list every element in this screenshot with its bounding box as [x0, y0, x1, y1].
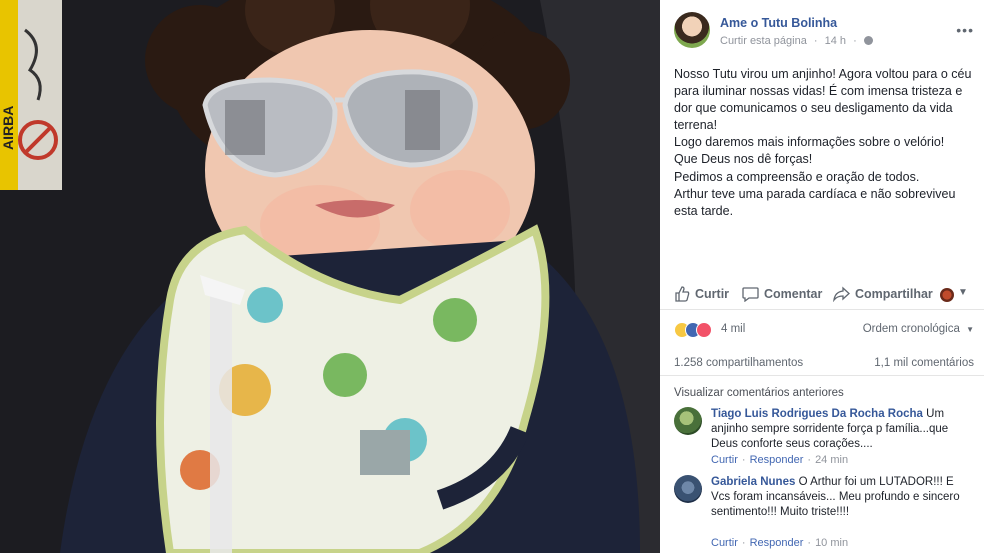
more-options-icon[interactable]: •••: [956, 22, 974, 38]
comment-reply-link[interactable]: Responder: [750, 454, 804, 466]
post-text: Nosso Tutu virou um anjinho! Agora volto…: [674, 66, 974, 220]
view-previous-comments-link[interactable]: Visualizar comentários anteriores: [674, 387, 844, 399]
comment-count-link[interactable]: 1,1 mil comentários: [874, 357, 974, 369]
share-count-link[interactable]: 1.258 compartilhamentos: [674, 357, 803, 369]
comment-body: Tiago Luis Rodrigues Da Rocha Rocha Um a…: [711, 407, 976, 452]
like-button[interactable]: Curtir: [674, 286, 729, 302]
comment-footer: Curtir · Responder · 10 min: [711, 537, 849, 549]
comment-order-label: Ordem cronológica: [862, 323, 960, 335]
commenter-avatar[interactable]: [674, 407, 702, 435]
comment-button[interactable]: Comentar: [742, 286, 822, 302]
comment-icon: [742, 287, 759, 302]
comment-time[interactable]: 10 min: [815, 537, 848, 549]
share-button[interactable]: Compartilhar: [833, 286, 933, 302]
comment-footer: Curtir · Responder · 24 min: [711, 454, 849, 466]
reaction-count[interactable]: 4 mil: [721, 323, 745, 335]
post-time[interactable]: 14 h: [825, 35, 846, 47]
post-meta: Curtir esta página · 14 h ·: [720, 35, 877, 47]
public-globe-icon: [863, 36, 873, 45]
comment-author[interactable]: Tiago Luis Rodrigues Da Rocha Rocha: [711, 408, 923, 420]
post-text-line: Nosso Tutu virou um anjinho! Agora volto…: [674, 67, 972, 133]
post-panel: Ame o Tutu Bolinha Curtir esta página · …: [660, 0, 984, 553]
comment-like-link[interactable]: Curtir: [711, 537, 738, 549]
page-name-link[interactable]: Ame o Tutu Bolinha: [720, 16, 837, 30]
chevron-down-icon: ▼: [966, 325, 974, 334]
comment-reply-link[interactable]: Responder: [750, 537, 804, 549]
like-label: Curtir: [695, 287, 730, 301]
post-photo[interactable]: AIRBA: [0, 0, 660, 553]
post-text-line: Que Deus nos dê forças!: [674, 152, 813, 167]
share-icon: [833, 286, 850, 302]
post-stats: 1.258 compartilhamentos 1,1 mil comentár…: [660, 348, 984, 376]
reaction-icons[interactable]: [674, 322, 720, 338]
post-text-line: Logo daremos mais informações sobre o ve…: [674, 135, 945, 150]
photo-illustration: AIRBA: [0, 0, 660, 553]
post-text-line: Arthur teve uma parada cardíaca e não so…: [674, 186, 956, 218]
page-avatar[interactable]: [674, 12, 710, 48]
post-header: Ame o Tutu Bolinha Curtir esta página · …: [674, 12, 974, 52]
commenter-avatar[interactable]: [674, 475, 702, 503]
reactions-bar: 4 mil Ordem cronológica ▼: [674, 320, 974, 340]
chevron-down-icon[interactable]: ▼: [958, 287, 968, 298]
like-page-link[interactable]: Curtir esta página: [720, 35, 807, 47]
share-label: Compartilhar: [855, 287, 933, 301]
airbag-label: AIRBA: [0, 106, 16, 150]
thumbs-up-icon: [675, 286, 690, 302]
comment-like-link[interactable]: Curtir: [711, 454, 738, 466]
comment-time[interactable]: 24 min: [815, 454, 848, 466]
post-text-line: Pedimos a compreensão e oração de todos.: [674, 169, 920, 184]
comment-order-select[interactable]: Ordem cronológica ▼: [863, 323, 974, 335]
love-reaction-icon: [696, 322, 712, 338]
comment-author[interactable]: Gabriela Nunes: [711, 476, 795, 488]
comment-label: Comentar: [764, 287, 823, 301]
post-actions: Curtir Comentar Compartilhar ▼: [660, 280, 984, 310]
share-as-avatar[interactable]: [940, 288, 954, 302]
comment-body: Gabriela Nunes O Arthur foi um LUTADOR!!…: [711, 475, 976, 520]
